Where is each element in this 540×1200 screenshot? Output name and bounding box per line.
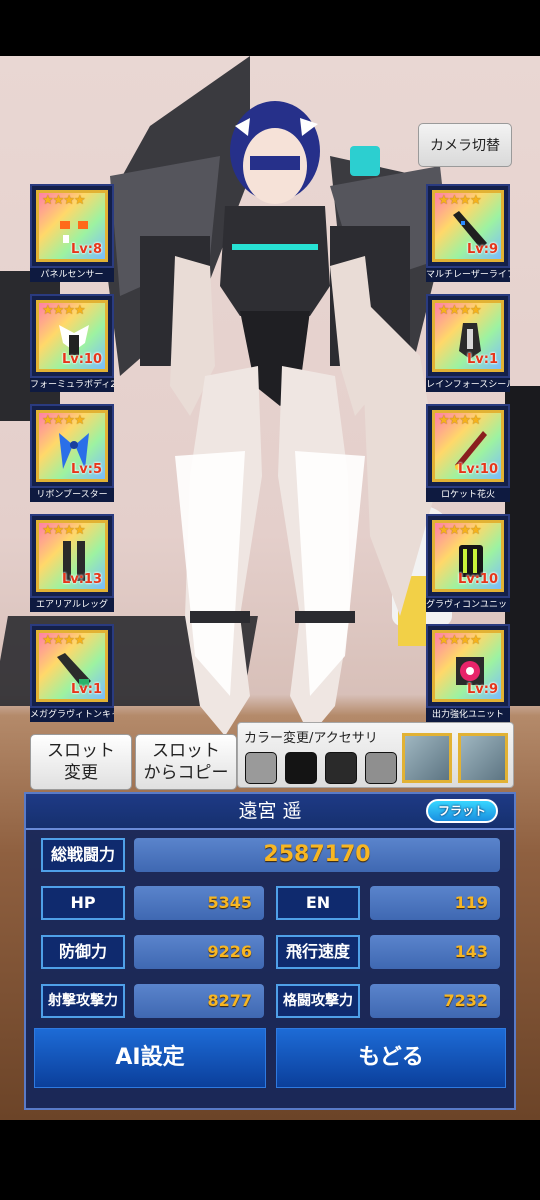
- item-name: メガグラヴィトンキャノン: [30, 708, 114, 722]
- item-level: Lv:8: [70, 242, 102, 257]
- item-name: エアリアルレッグ: [30, 598, 114, 612]
- rarity-stars: ★★★★: [42, 523, 86, 538]
- item-name: マルチレーザーライフル: [426, 268, 510, 282]
- total-power-value: 2587170: [134, 838, 500, 872]
- equip-slot-left-2[interactable]: ★★★★ Lv:10 フォーミュラボディ2: [30, 294, 114, 392]
- nav-bar: [0, 1120, 540, 1200]
- item-card: ★★★★ Lv:5: [36, 410, 108, 482]
- item-name: ロケット花火: [426, 488, 510, 502]
- camera-switch-button[interactable]: カメラ切替: [418, 123, 512, 167]
- item-name: 出力強化ユニット: [426, 708, 510, 722]
- equip-slot-right-5[interactable]: ★★★★ Lv:9 出力強化ユニット: [426, 624, 510, 722]
- rarity-stars: ★★★★: [438, 633, 482, 648]
- slot-copy-line2: からコピー: [143, 763, 229, 783]
- item-card: ★★★★ Lv:8: [36, 190, 108, 262]
- total-power-label: 総戦闘力: [41, 838, 125, 872]
- item-level: Lv:9: [466, 242, 498, 257]
- equip-slot-right-3[interactable]: ★★★★ Lv:10 ロケット花火: [426, 404, 510, 502]
- equip-slot-right-1[interactable]: ★★★★ Lv:9 マルチレーザーライフル: [426, 184, 510, 282]
- item-card: ★★★★ Lv:9: [432, 190, 504, 262]
- slot-frame: ★★★★ Lv:10: [30, 294, 114, 378]
- item-card: ★★★★ Lv:10: [36, 300, 108, 372]
- shooting-attack-value: 8277: [134, 984, 264, 1018]
- slot-frame: ★★★★ Lv:1: [30, 624, 114, 708]
- rarity-stars: ★★★★: [438, 523, 482, 538]
- accessory-slot-1[interactable]: [402, 733, 452, 783]
- rarity-stars: ★★★★: [438, 413, 482, 428]
- slot-frame: ★★★★ Lv:9: [426, 624, 510, 708]
- equip-slot-right-4[interactable]: ★★★★ Lv:10 グラヴィコンユニット: [426, 514, 510, 612]
- item-name: レインフォースシールド: [426, 378, 510, 392]
- item-level: Lv:5: [70, 462, 102, 477]
- slot-frame: ★★★★ Lv:8: [30, 184, 114, 268]
- color-accessory-panel: カラー変更/アクセサリ: [237, 722, 514, 788]
- slot-frame: ★★★★ Lv:13: [30, 514, 114, 598]
- item-level: Lv:9: [466, 682, 498, 697]
- melee-attack-value: 7232: [370, 984, 500, 1018]
- color-swatch-4[interactable]: [365, 752, 397, 784]
- rarity-stars: ★★★★: [42, 303, 86, 318]
- rarity-stars: ★★★★: [438, 193, 482, 208]
- item-card: ★★★★ Lv:9: [432, 630, 504, 702]
- item-name: グラヴィコンユニット: [426, 598, 510, 612]
- equip-slot-right-2[interactable]: ★★★★ Lv:1 レインフォースシールド: [426, 294, 510, 392]
- slot-frame: ★★★★ Lv:9: [426, 184, 510, 268]
- rarity-stars: ★★★★: [42, 413, 86, 428]
- slot-change-button[interactable]: スロット 変更: [30, 734, 132, 790]
- ai-settings-button[interactable]: AI設定: [34, 1028, 266, 1088]
- slot-change-line1: スロット: [47, 741, 115, 761]
- equip-slot-left-1[interactable]: ★★★★ Lv:8 パネルセンサー: [30, 184, 114, 282]
- color-swatch-1[interactable]: [245, 752, 277, 784]
- item-name: リボンブースター: [30, 488, 114, 502]
- item-name: フォーミュラボディ2: [30, 378, 114, 392]
- slot-frame: ★★★★ Lv:10: [426, 514, 510, 598]
- item-name: パネルセンサー: [30, 268, 114, 282]
- equip-slot-left-5[interactable]: ★★★★ Lv:1 メガグラヴィトンキャノン: [30, 624, 114, 722]
- defense-value: 9226: [134, 935, 264, 969]
- melee-attack-label: 格闘攻撃力: [276, 984, 360, 1018]
- rarity-stars: ★★★★: [438, 303, 482, 318]
- item-card: ★★★★ Lv:1: [432, 300, 504, 372]
- hp-value: 5345: [134, 886, 264, 920]
- status-bar: [0, 0, 540, 56]
- item-level: Lv:10: [457, 572, 498, 587]
- item-level: Lv:10: [457, 462, 498, 477]
- slot-frame: ★★★★ Lv:1: [426, 294, 510, 378]
- slot-copy-button[interactable]: スロット からコピー: [135, 734, 237, 790]
- slot-change-line2: 変更: [64, 763, 98, 783]
- item-level: Lv:13: [61, 572, 102, 587]
- en-value: 119: [370, 886, 500, 920]
- flight-speed-label: 飛行速度: [276, 935, 360, 969]
- rarity-stars: ★★★★: [42, 633, 86, 648]
- item-level: Lv:1: [466, 352, 498, 367]
- accessory-slot-2[interactable]: [458, 733, 508, 783]
- hp-label: HP: [41, 886, 125, 920]
- equip-slot-left-4[interactable]: ★★★★ Lv:13 エアリアルレッグ: [30, 514, 114, 612]
- name-bar: 遠宮 遥 フラット: [26, 794, 514, 830]
- en-label: EN: [276, 886, 360, 920]
- defense-label: 防御力: [41, 935, 125, 969]
- color-swatch-3[interactable]: [325, 752, 357, 784]
- rarity-stars: ★★★★: [42, 193, 86, 208]
- color-swatch-2[interactable]: [285, 752, 317, 784]
- item-card: ★★★★ Lv:10: [432, 410, 504, 482]
- item-level: Lv:10: [61, 352, 102, 367]
- equip-slot-left-3[interactable]: ★★★★ Lv:5 リボンブースター: [30, 404, 114, 502]
- item-card: ★★★★ Lv:1: [36, 630, 108, 702]
- color-panel-title: カラー変更/アクセサリ: [244, 731, 378, 746]
- personality-badge: フラット: [426, 799, 498, 823]
- slot-frame: ★★★★ Lv:5: [30, 404, 114, 488]
- slot-frame: ★★★★ Lv:10: [426, 404, 510, 488]
- shooting-attack-label: 射撃攻撃力: [41, 984, 125, 1018]
- status-panel: 遠宮 遥 フラット 総戦闘力 2587170 HP 5345 EN 119 防御…: [24, 792, 516, 1110]
- item-level: Lv:1: [70, 682, 102, 697]
- item-card: ★★★★ Lv:13: [36, 520, 108, 592]
- flight-speed-value: 143: [370, 935, 500, 969]
- item-card: ★★★★ Lv:10: [432, 520, 504, 592]
- slot-copy-line1: スロット: [152, 741, 220, 761]
- back-button[interactable]: もどる: [276, 1028, 506, 1088]
